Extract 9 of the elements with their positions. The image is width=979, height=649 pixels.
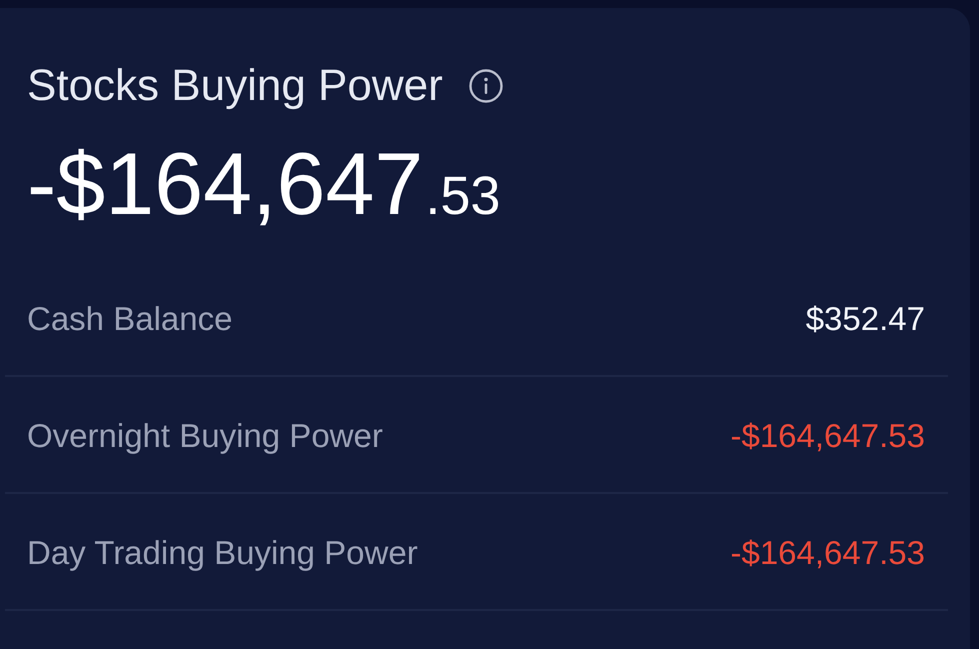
row-label: Cash Balance [27,300,232,338]
row-label: Overnight Buying Power [27,416,383,454]
buying-power-amount: -$164,647.53 [27,134,500,234]
row-label: Day Trading Buying Power [27,534,418,572]
row-value: -$164,647.53 [730,534,925,572]
card-title: Stocks Buying Power [27,62,443,110]
row-value: $352.47 [806,300,925,338]
row-value: -$164,647.53 [730,416,925,454]
info-icon[interactable] [468,69,503,103]
